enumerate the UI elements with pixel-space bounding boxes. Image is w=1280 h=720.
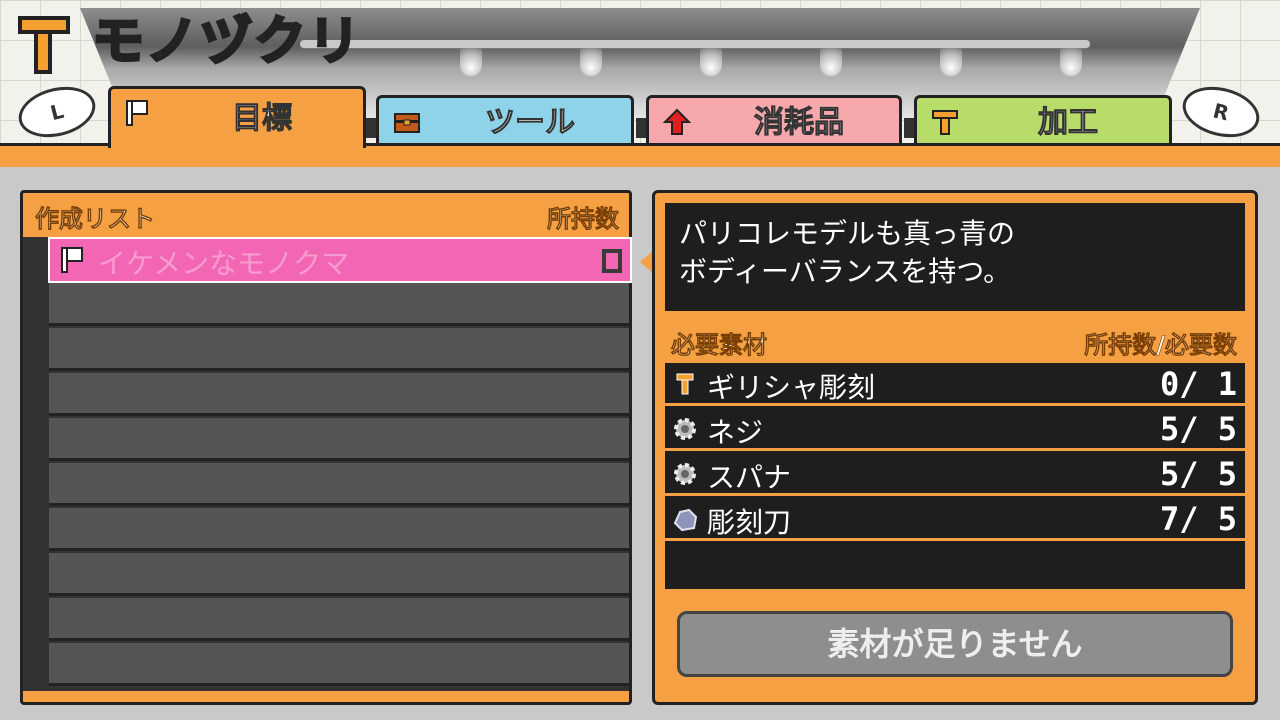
material-name: ギリシャ彫刻 [707,371,876,404]
material-row: スパナ 5/ 5 [665,453,1245,496]
hammer-icon [676,373,694,395]
materials-title: 必要素材 [671,331,768,360]
list-item-empty[interactable] [49,643,629,686]
owned-count-header: 所持数 [547,205,620,234]
list-item-empty[interactable] [49,283,629,326]
list-item-empty[interactable] [49,463,629,506]
tab-separator [636,118,646,138]
list-item-empty[interactable] [49,328,629,371]
list-item-selected[interactable]: イケメンなモノクマ [48,237,632,283]
list-item-name: イケメンなモノクマ [98,247,350,280]
tab-label: 目標 [232,101,293,137]
tab-label: ツール [485,105,576,141]
material-count: 7/ 5 [1159,500,1237,538]
creation-list-panel: 作成リスト 所持数 イケメンなモノクマ [20,190,632,705]
flag-icon [61,247,83,273]
flag-icon [126,100,148,126]
materials-list: ギリシャ彫刻 0/ 1 ネジ 5/ 5 スパナ 5/ 5 彫刻刀 7/ 5 [665,363,1245,589]
material-count: 0/ 1 [1159,365,1237,403]
lamp-icon [940,48,962,76]
list-item-count [602,249,622,273]
tab-separator [904,118,914,138]
tab-target[interactable]: 目標 [108,86,366,148]
list-item-empty[interactable] [49,553,629,596]
rock-icon [673,508,698,532]
description-box: パリコレモデルも真っ青の ボディーバランスを持つ。 [665,203,1245,311]
toolbox-icon [394,113,420,133]
gear-icon [674,463,696,485]
material-name: ネジ [707,416,764,449]
gear-icon [674,418,696,440]
tab-label: 消耗品 [754,105,845,141]
material-row: ギリシャ彫刻 0/ 1 [665,363,1245,406]
tab-tools[interactable]: ツール [376,95,634,145]
hammer-icon [18,16,70,74]
materials-count-header: 所持数/必要数 [1084,331,1237,360]
list-item-empty[interactable] [49,508,629,551]
creation-list-title: 作成リスト [35,205,156,234]
tab-separator [366,118,376,138]
list-item-empty[interactable] [49,598,629,641]
hood-rail-decoration [300,40,1090,48]
material-name: スパナ [707,461,792,494]
list-item-empty[interactable] [49,418,629,461]
hammer-icon [932,110,958,135]
up-arrow-icon [663,108,691,135]
lamp-icon [820,48,842,76]
detail-panel: パリコレモデルも真っ青の ボディーバランスを持つ。 必要素材 所持数/必要数 ギ… [652,190,1258,705]
tab-process[interactable]: 加工 [914,95,1172,145]
screen-title: モノヅクリ [90,11,363,74]
lamp-icon [700,48,722,76]
tab-label: 加工 [1038,105,1099,141]
material-count: 5/ 5 [1159,455,1237,493]
material-row: ネジ 5/ 5 [665,408,1245,451]
creation-list: イケメンなモノクマ [23,237,632,691]
item-description: パリコレモデルも真っ青の ボディーバランスを持つ。 [679,217,1016,288]
list-item-empty[interactable] [49,373,629,416]
lamp-icon [460,48,482,76]
material-row: 彫刻刀 7/ 5 [665,498,1245,541]
material-name: 彫刻刀 [707,506,792,539]
lamp-icon [580,48,602,76]
lamp-icon [1060,48,1082,76]
craft-button[interactable]: 素材が足りません [677,611,1233,677]
material-count: 5/ 5 [1159,410,1237,448]
tab-consumables[interactable]: 消耗品 [646,95,902,145]
